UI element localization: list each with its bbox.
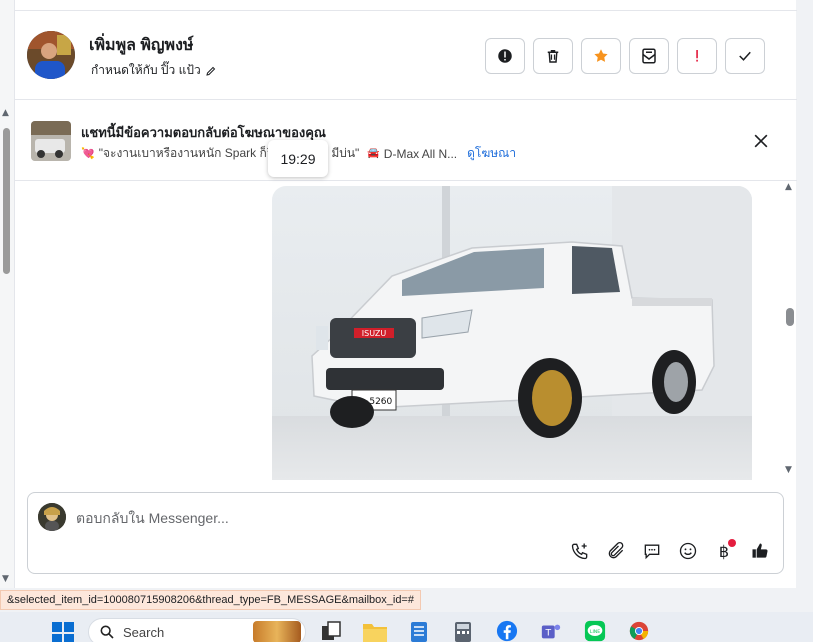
star-icon — [594, 49, 608, 62]
ad-quote: "จะงานเบาหรืองานหนัก Spark ก็วิ่ง — [98, 146, 280, 160]
composer-tools: ฿ — [568, 539, 772, 563]
assignee-text: กำหนดให้กับ ปิ๊ว แป้ว — [91, 63, 201, 77]
view-ad-link[interactable]: ดูโฆษณา — [467, 144, 516, 163]
task-view-icon — [322, 621, 341, 640]
call-button[interactable] — [568, 539, 592, 563]
smiley-icon — [679, 542, 697, 560]
scroll-up-icon[interactable]: ▲ — [785, 182, 792, 192]
car-model: D-Max All N... — [383, 146, 458, 161]
car-icon: 🚘 — [367, 148, 380, 159]
scroll-down-icon[interactable]: ▼ — [2, 574, 9, 584]
pencil-icon[interactable] — [205, 65, 217, 77]
chrome-button[interactable] — [626, 620, 652, 642]
close-banner-button[interactable] — [751, 131, 771, 151]
trash-icon — [547, 50, 559, 63]
start-button[interactable] — [50, 620, 76, 642]
assignee-row[interactable]: กำหนดให้กับ ปิ๊ว แป้ว — [91, 61, 217, 80]
brand-badge: ISUZU — [362, 329, 387, 338]
page-avatar — [38, 503, 66, 531]
message-scrollbar-thumb[interactable] — [786, 308, 794, 326]
calculator-icon — [455, 622, 471, 642]
reply-composer: ฿ — [27, 492, 784, 574]
check-icon — [739, 51, 751, 61]
message-scrollbar[interactable]: ▲ ▼ — [783, 182, 797, 480]
conversation-panel: เพิ่มพูล พิญพงษ์ กำหนดให้กับ ปิ๊ว แป้ว แ… — [14, 0, 797, 588]
calculator-button[interactable] — [450, 620, 476, 642]
search-icon — [100, 625, 114, 639]
paperclip-icon — [608, 541, 624, 559]
thumbs-up-icon — [752, 543, 768, 558]
line-app-icon: LINE — [584, 620, 606, 642]
like-button[interactable] — [748, 539, 772, 563]
envelope-icon — [642, 48, 656, 64]
status-url: &selected_item_id=100080715908206&thread… — [0, 590, 421, 610]
svg-text:LINE: LINE — [590, 629, 600, 635]
chrome-icon — [629, 621, 649, 641]
page-scrollbar-thumb[interactable] — [3, 128, 10, 274]
alert-circle-icon — [498, 49, 512, 63]
follow-up-button[interactable] — [677, 38, 717, 74]
payment-button[interactable]: ฿ — [712, 539, 736, 563]
notepad-button[interactable] — [406, 620, 432, 642]
exclamation-icon — [696, 50, 698, 62]
contact-avatar[interactable] — [27, 31, 75, 79]
timestamp-tooltip: 19:29 — [268, 140, 328, 177]
facebook-icon — [496, 620, 518, 642]
search-highlight-image — [253, 621, 301, 642]
line-button[interactable]: LINE — [582, 620, 608, 642]
notification-dot — [728, 539, 736, 547]
saved-reply-button[interactable] — [640, 539, 664, 563]
ad-quote-tail: มีบ่น" — [331, 146, 360, 160]
scroll-down-icon[interactable]: ▼ — [785, 465, 792, 475]
conversation-header: เพิ่มพูล พิญพงษ์ กำหนดให้กับ ปิ๊ว แป้ว — [15, 11, 797, 100]
done-button[interactable] — [725, 38, 765, 74]
taskbar-search[interactable]: Search — [88, 618, 306, 642]
message-image[interactable]: ISUZU บว 5260 — [272, 186, 752, 480]
teams-icon: T — [541, 624, 561, 639]
page-scrollbar[interactable]: ▲ ▼ — [0, 0, 14, 588]
delete-button[interactable] — [533, 38, 573, 74]
folder-icon — [363, 624, 387, 642]
emoji-button[interactable] — [676, 539, 700, 563]
app-window: ▲ ▼ เพิ่มพูล พิญพงษ์ กำหนดให้กับ ปิ๊ว แป… — [0, 0, 813, 642]
chat-bubble-icon — [644, 544, 660, 560]
reply-input[interactable] — [76, 507, 676, 529]
phone-plus-icon — [571, 543, 588, 560]
spam-button[interactable] — [485, 38, 525, 74]
facebook-button[interactable] — [494, 620, 520, 642]
message-list[interactable]: ISUZU บว 5260 ▲ ▼ — [15, 182, 797, 480]
mark-unread-button[interactable] — [629, 38, 669, 74]
windows-taskbar: Search T LINE — [0, 612, 813, 642]
ad-reply-banner: แชทนี้มีข้อความตอบกลับต่อโฆษณาของคุณ 💘 "… — [15, 101, 797, 181]
ad-thumbnail[interactable] — [31, 121, 71, 161]
svg-text:T: T — [544, 628, 551, 639]
star-button[interactable] — [581, 38, 621, 74]
contact-name[interactable]: เพิ่มพูล พิญพงษ์ — [89, 33, 193, 58]
notepad-icon — [411, 622, 427, 642]
heart-icon: 💘 — [81, 148, 95, 160]
task-view-button[interactable] — [318, 620, 344, 642]
thread-actions — [485, 38, 765, 74]
file-explorer-button[interactable] — [362, 620, 388, 642]
attach-button[interactable] — [604, 539, 628, 563]
scroll-up-icon[interactable]: ▲ — [2, 108, 9, 118]
teams-button[interactable]: T — [538, 620, 564, 642]
windows-logo-icon — [52, 622, 74, 642]
close-icon — [754, 134, 768, 148]
search-label: Search — [123, 624, 165, 640]
